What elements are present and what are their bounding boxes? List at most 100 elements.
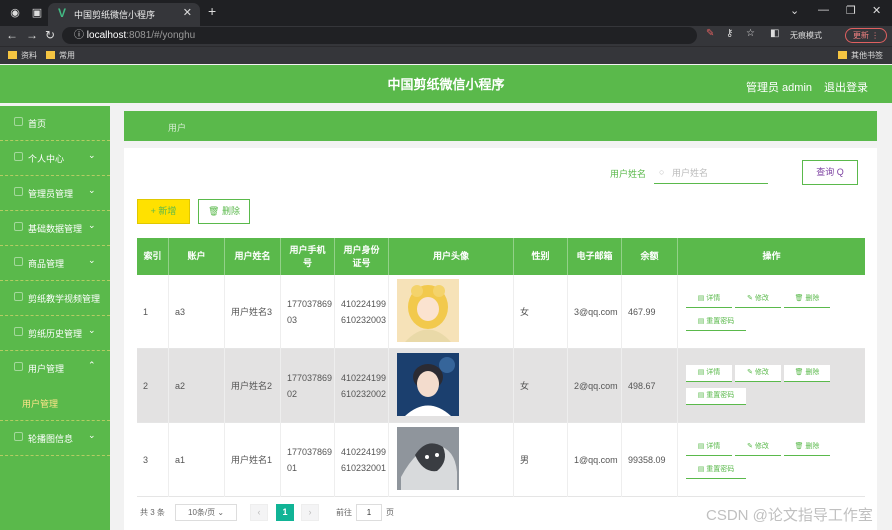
- query-button[interactable]: 查询 Q: [802, 160, 858, 185]
- bookmarks-bar: 资料 常用 其他书签: [0, 46, 892, 64]
- tab-strip-icon[interactable]: ▣: [28, 4, 46, 22]
- browser-menu-icon[interactable]: ◉: [6, 4, 24, 22]
- sidebar-item-history[interactable]: 剪纸历史管理 ⌄: [0, 316, 110, 351]
- url-field[interactable]: ⓘ localhost:8081/#/yonghu: [62, 27, 697, 44]
- sidebar-subitem-user-manage[interactable]: 用户管理: [0, 386, 110, 421]
- logout-link[interactable]: 退出登录: [824, 79, 868, 95]
- bookmark-folder-2[interactable]: 常用: [46, 50, 75, 61]
- bookmark-folder-1[interactable]: 资料: [8, 50, 37, 61]
- detail-button[interactable]: ▤ 详情: [686, 291, 732, 308]
- sidebar-item-basedata[interactable]: 基础数据管理 ⌄: [0, 211, 110, 246]
- delete-button[interactable]: 🗑 删除: [784, 439, 830, 456]
- cell-name: 用户姓名2: [225, 349, 281, 423]
- reload-icon[interactable]: ↻: [45, 28, 55, 42]
- admin-label: 管理员 admin: [746, 82, 813, 94]
- sidebar-item-goods[interactable]: 商品管理 ⌄: [0, 246, 110, 281]
- folder-icon: [46, 51, 55, 59]
- next-page-button[interactable]: ›: [301, 504, 319, 521]
- minimize-icon[interactable]: —: [818, 4, 829, 16]
- cell-account: a2: [169, 349, 225, 423]
- forward-icon[interactable]: →: [26, 28, 38, 42]
- reset-password-button[interactable]: ▤ 重置密码: [686, 462, 746, 479]
- cell-avatar: [389, 275, 514, 349]
- sidebar-item-carousel[interactable]: 轮播图信息 ⌄: [0, 421, 110, 456]
- cell-account: a3: [169, 275, 225, 349]
- col-ops: 操作: [762, 251, 781, 261]
- sidebar-item-users[interactable]: 用户管理 ⌃: [0, 351, 110, 386]
- sidebar-item-label: 基础数据管理: [28, 224, 83, 234]
- update-button[interactable]: 更新 ⋮: [845, 28, 887, 43]
- blocked-icon[interactable]: ✎: [706, 28, 714, 39]
- sidebar-item-profile[interactable]: 个人中心 ⌄: [0, 141, 110, 176]
- avatar-image: [397, 353, 459, 416]
- page-size-select[interactable]: 10条/页 ⌄: [175, 504, 237, 521]
- detail-button[interactable]: ▤ 详情: [686, 439, 732, 456]
- url-host: localhost: [86, 30, 127, 41]
- tab-close-icon[interactable]: ✕: [183, 6, 192, 19]
- address-bar: ← → ↻ ⓘ localhost:8081/#/yonghu ✎ ⚷ ☆ ◧ …: [0, 26, 892, 46]
- sidebar-item-home[interactable]: 首页: [0, 106, 110, 141]
- app-header: 中国剪纸微信小程序 管理员 admin 退出登录: [0, 65, 892, 103]
- bookmark-label: 其他书签: [851, 51, 883, 60]
- edit-button[interactable]: ✎ 修改: [735, 365, 781, 382]
- window-close-icon[interactable]: ✕: [872, 4, 881, 17]
- reset-password-button[interactable]: ▤ 重置密码: [686, 388, 746, 405]
- chevron-down-icon: ⌄: [217, 508, 225, 517]
- add-button[interactable]: + 新增: [137, 199, 190, 224]
- table-row: 1 a3 用户姓名3 17703786903 41022419961023200…: [137, 275, 865, 349]
- other-bookmarks[interactable]: 其他书签: [838, 50, 883, 61]
- browser-tabbar: ◉ ▣ V 中国剪纸微信小程序 ✕ + ⌄ — ❐ ✕: [0, 0, 892, 26]
- sidebar-item-admins[interactable]: 管理员管理 ⌄: [0, 176, 110, 211]
- batch-delete-button[interactable]: 🗑 删除: [198, 199, 250, 224]
- watermark: CSDN @论文指导工作室: [706, 507, 873, 524]
- sidebar-item-label: 商品管理: [28, 259, 65, 269]
- delete-button[interactable]: 🗑 删除: [784, 291, 830, 308]
- edit-button[interactable]: ✎ 修改: [735, 291, 781, 308]
- edit-button[interactable]: ✎ 修改: [735, 439, 781, 456]
- info-icon: ⓘ: [74, 30, 87, 41]
- delete-label: 删除: [805, 369, 820, 376]
- chevron-down-icon[interactable]: ⌄: [790, 4, 799, 17]
- batch-delete-label: 删除: [221, 206, 240, 216]
- reset-password-button[interactable]: ▤ 重置密码: [686, 314, 746, 331]
- detail-button[interactable]: ▤ 详情: [686, 365, 732, 382]
- search-input[interactable]: [654, 162, 768, 184]
- tab-title: 中国剪纸微信小程序: [74, 10, 156, 20]
- pager-total: 共 3 条: [140, 508, 165, 517]
- delete-label: 删除: [805, 443, 820, 450]
- sidebar-item-label: 轮播图信息: [28, 434, 74, 444]
- edit-label: 修改: [754, 369, 769, 376]
- col-name: 用户姓名: [225, 238, 281, 275]
- data-icon: [14, 222, 23, 231]
- page-number-current[interactable]: 1: [276, 504, 294, 521]
- delete-button[interactable]: 🗑 删除: [784, 365, 830, 382]
- new-tab-icon[interactable]: +: [208, 3, 216, 19]
- table-row: 2 a2 用户姓名2 17703786902 41022419961023200…: [137, 349, 865, 423]
- page-size-value: 10条/页: [188, 508, 216, 517]
- carousel-icon: [14, 432, 23, 441]
- user-icon: [14, 152, 23, 161]
- sidebar-item-label: 管理员管理: [28, 189, 74, 199]
- goto-page-input[interactable]: [356, 504, 382, 521]
- goto-label: 前往: [336, 508, 352, 517]
- sidebar-item-label: 用户管理: [28, 364, 65, 374]
- search-label: 用户姓名: [610, 169, 647, 179]
- cell-avatar: [389, 423, 514, 497]
- sidebar-item-videos[interactable]: 剪纸教学视频管理: [0, 281, 110, 316]
- back-icon[interactable]: ←: [6, 28, 18, 42]
- video-icon: [14, 292, 23, 301]
- cell-idcard: 410224199610232003: [335, 275, 389, 349]
- restore-icon[interactable]: ❐: [846, 4, 856, 17]
- history-icon: [14, 327, 23, 336]
- key-icon[interactable]: ⚷: [726, 28, 733, 39]
- cell-gender: 女: [514, 349, 568, 423]
- cell-index: 1: [137, 275, 169, 349]
- prev-page-button[interactable]: ‹: [250, 504, 268, 521]
- sidepanel-icon[interactable]: ◧: [770, 28, 779, 39]
- star-icon[interactable]: ☆: [746, 28, 755, 39]
- delete-label: 删除: [805, 295, 820, 302]
- url-path: :8081/#/yonghu: [126, 30, 196, 41]
- browser-tab[interactable]: V 中国剪纸微信小程序 ✕: [48, 3, 200, 26]
- cell-balance: 99358.09: [622, 423, 678, 497]
- reset-label: 重置密码: [706, 392, 735, 399]
